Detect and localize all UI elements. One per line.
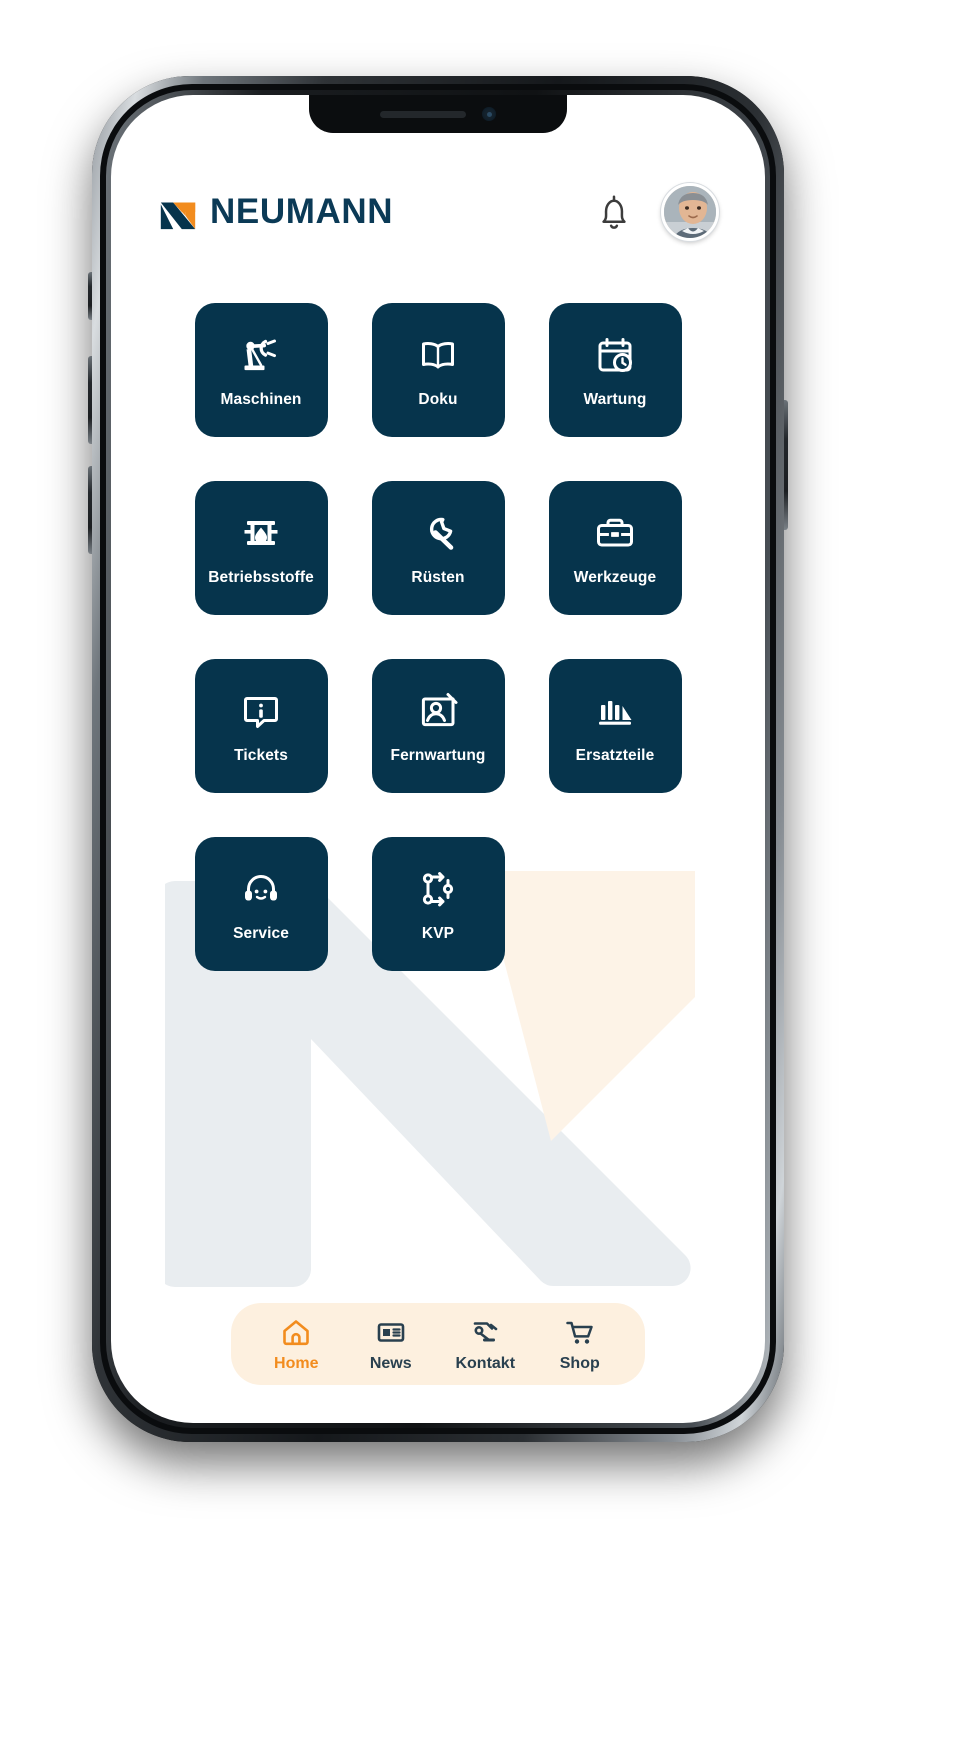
- tile-label: Wartung: [583, 391, 647, 409]
- app-header: NEUMANN: [111, 141, 765, 241]
- process-improvement-icon: [422, 872, 454, 907]
- neumann-n-logo: [160, 202, 196, 230]
- oil-barrel-drop-icon: [244, 521, 278, 546]
- app-root: NEUMANN Maschinen Doku Wartung Betriebss…: [111, 95, 765, 1423]
- calendar-clock-icon: [598, 338, 632, 373]
- toolbox-icon: [597, 518, 633, 547]
- nav-item-home[interactable]: Home: [249, 1317, 344, 1373]
- nav-label: Kontakt: [455, 1355, 516, 1372]
- tile-label: Tickets: [234, 747, 288, 765]
- headset-support-icon: [245, 875, 277, 901]
- tile-betriebsstoffe[interactable]: Betriebsstoffe: [194, 481, 328, 615]
- nav-label: Home: [274, 1355, 319, 1372]
- tile-werkzeuge[interactable]: Werkzeuge: [548, 481, 682, 615]
- tile-label: Maschinen: [220, 391, 302, 409]
- tile-service[interactable]: Service: [194, 837, 328, 971]
- remote-support-icon: [421, 693, 458, 727]
- brand-logo[interactable]: NEUMANN: [157, 191, 393, 233]
- tile-maschinen[interactable]: Maschinen: [194, 303, 328, 437]
- wrench-icon: [429, 518, 454, 551]
- tile-label: Rüsten: [411, 569, 465, 587]
- tile-label: KVP: [421, 925, 455, 943]
- tile-doku[interactable]: Doku: [371, 303, 505, 437]
- nav-item-news[interactable]: News: [344, 1317, 439, 1373]
- user-avatar[interactable]: [661, 183, 719, 241]
- tile-label: Doku: [418, 391, 458, 409]
- cart-icon: [566, 1321, 593, 1344]
- tile-ruesten[interactable]: Rüsten: [371, 481, 505, 615]
- nav-item-kontakt[interactable]: Kontakt: [438, 1317, 533, 1373]
- tile-kvp[interactable]: KVP: [371, 837, 505, 971]
- bottom-nav: Home News Kontakt Shop: [231, 1303, 645, 1385]
- tile-label: Service: [233, 925, 289, 943]
- earpiece-speaker: [380, 110, 466, 118]
- avatar-photo: [664, 186, 716, 238]
- tile-ersatzteile[interactable]: Ersatzteile: [548, 659, 682, 793]
- tile-label: Betriebsstoffe: [208, 569, 314, 587]
- front-camera-icon: [482, 107, 496, 121]
- tile-grid: Maschinen Doku Wartung Betriebsstoffe Rü…: [111, 241, 765, 971]
- spare-parts-icon: [599, 701, 632, 726]
- brand-name: NEUMANN: [210, 192, 394, 231]
- phone-frame-inner: NEUMANN Maschinen Doku Wartung Betriebss…: [100, 84, 776, 1434]
- tile-label: Werkzeuge: [573, 569, 657, 587]
- bell-icon[interactable]: [597, 193, 631, 231]
- nav-label: News: [369, 1355, 412, 1372]
- phone-screen: NEUMANN Maschinen Doku Wartung Betriebss…: [111, 95, 765, 1423]
- phone-bezel: NEUMANN Maschinen Doku Wartung Betriebss…: [106, 90, 770, 1428]
- info-chat-icon: [244, 697, 278, 729]
- contact-icon: [473, 1322, 498, 1342]
- screenshot-root: NEUMANN Maschinen Doku Wartung Betriebss…: [0, 0, 975, 1751]
- tile-tickets[interactable]: Tickets: [194, 659, 328, 793]
- bottom-nav-wrapper: Home News Kontakt Shop: [111, 1303, 765, 1385]
- open-book-icon: [422, 342, 454, 369]
- news-icon: [377, 1323, 405, 1342]
- robot-arm-icon: [244, 339, 276, 371]
- home-icon: [283, 1320, 310, 1346]
- phone-frame: NEUMANN Maschinen Doku Wartung Betriebss…: [92, 76, 784, 1442]
- tile-label: Ersatzteile: [575, 747, 655, 765]
- device-notch: [309, 95, 567, 133]
- tile-wartung[interactable]: Wartung: [548, 303, 682, 437]
- tile-fernwartung[interactable]: Fernwartung: [371, 659, 505, 793]
- nav-label: Shop: [559, 1355, 600, 1372]
- nav-item-shop[interactable]: Shop: [533, 1317, 628, 1373]
- tile-label: Fernwartung: [390, 747, 486, 765]
